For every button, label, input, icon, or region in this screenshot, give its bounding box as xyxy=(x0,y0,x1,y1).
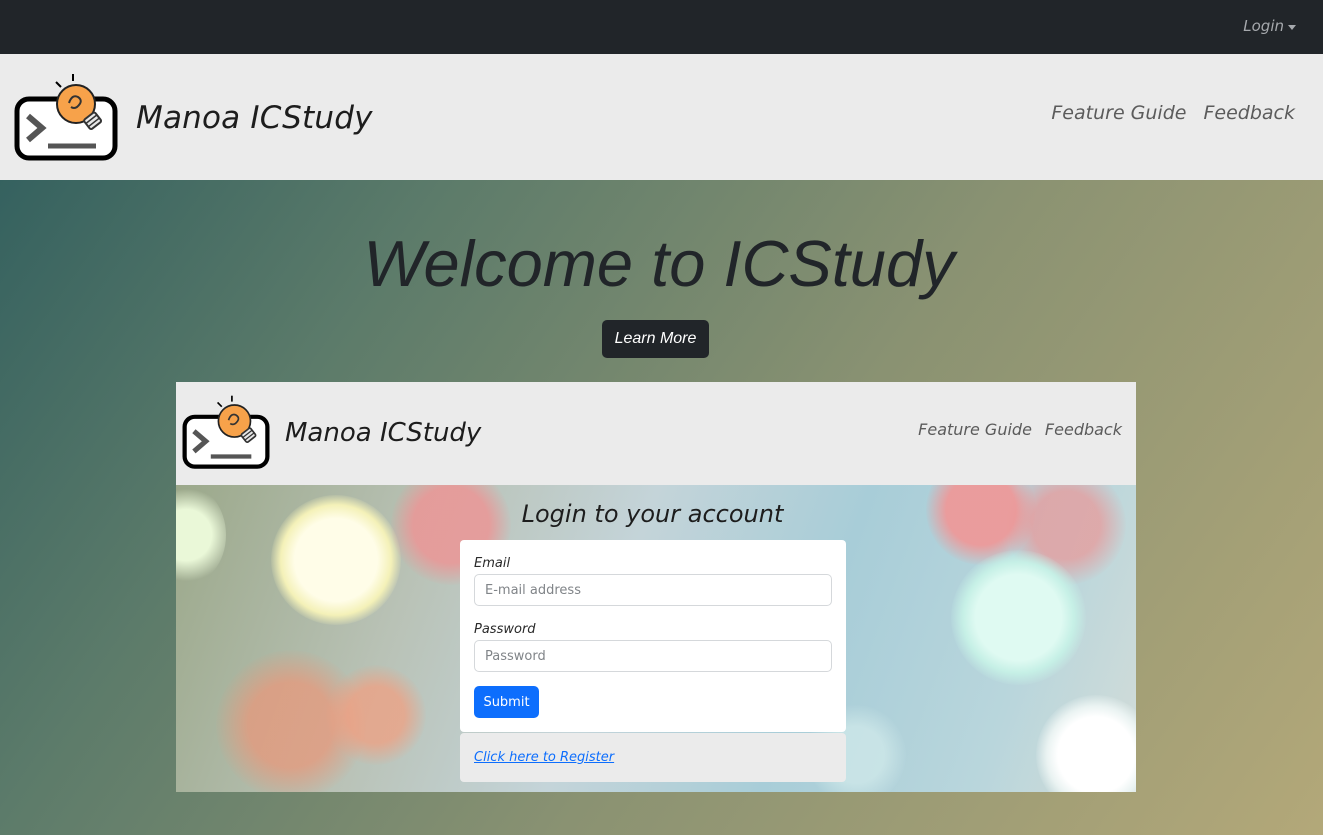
learn-more-button[interactable]: Learn More xyxy=(602,320,709,358)
main-navbar: Manoa ICStudy Feature Guide Feedback xyxy=(0,54,1323,180)
nav-links: Feature Guide Feedback xyxy=(1051,102,1295,124)
preview-navbar: Manoa ICStudy Feature Guide Feedback xyxy=(176,382,1136,485)
preview-link-feature-guide: Feature Guide xyxy=(918,420,1032,439)
caret-down-icon xyxy=(1288,24,1296,30)
preview-nav-links: Feature Guide Feedback xyxy=(918,420,1122,439)
preview-link-feedback: Feedback xyxy=(1044,420,1122,439)
login-dropdown[interactable]: Login xyxy=(1243,17,1296,35)
terminal-lightbulb-icon[interactable] xyxy=(14,72,118,162)
login-form-card: Email Password Submit xyxy=(460,540,846,732)
register-box: Click here to Register xyxy=(460,733,846,782)
submit-button: Submit xyxy=(474,686,539,718)
brand-name[interactable]: Manoa ICStudy xyxy=(136,100,373,136)
email-input xyxy=(474,574,832,606)
nav-link-feedback[interactable]: Feedback xyxy=(1203,102,1295,124)
terminal-lightbulb-icon xyxy=(182,395,270,469)
password-label: Password xyxy=(474,622,536,637)
login-preview-image: Manoa ICStudy Feature Guide Feedback Log… xyxy=(176,382,1136,792)
email-label: Email xyxy=(474,556,511,571)
register-link: Click here to Register xyxy=(474,750,615,765)
nav-link-feature-guide[interactable]: Feature Guide xyxy=(1051,102,1186,124)
preview-brand-name: Manoa ICStudy xyxy=(285,418,482,448)
top-bar: Login xyxy=(0,0,1323,54)
password-input xyxy=(474,640,832,672)
login-heading: Login to your account xyxy=(521,500,784,528)
hero-title: Welcome to ICStudy xyxy=(363,227,955,300)
login-label: Login xyxy=(1243,17,1284,35)
